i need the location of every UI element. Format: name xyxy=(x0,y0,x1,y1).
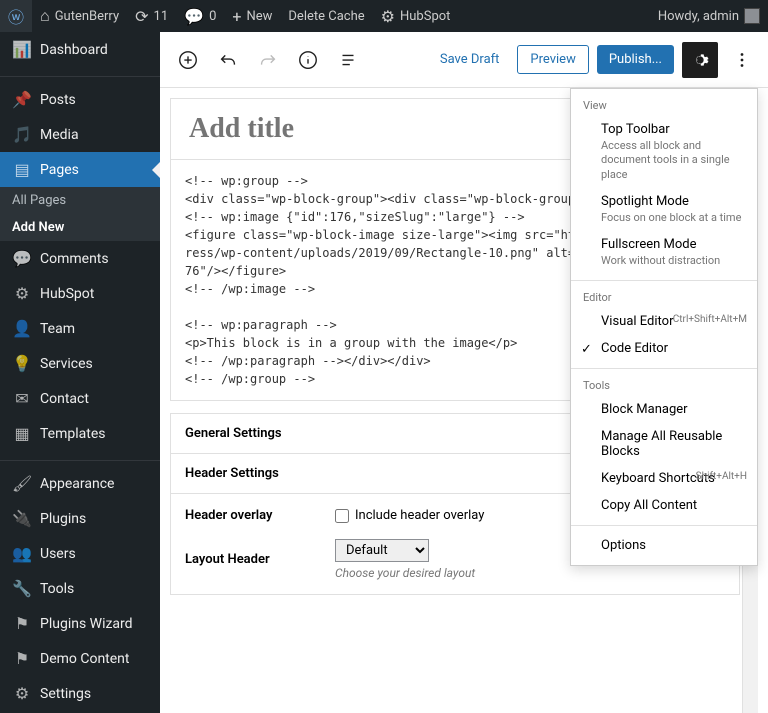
more-menu-dropdown: View Top ToolbarAccess all block and doc… xyxy=(570,88,758,566)
menu-tools[interactable]: 🔧Tools xyxy=(0,571,160,606)
top-toolbar-option[interactable]: Top ToolbarAccess all block and document… xyxy=(571,116,757,188)
check-icon: ✓ xyxy=(581,342,592,357)
hubspot-icon: ⚙ xyxy=(12,284,32,303)
menu-team[interactable]: 👤Team xyxy=(0,311,160,346)
menu-services[interactable]: 💡Services xyxy=(0,346,160,381)
delete-cache[interactable]: Delete Cache xyxy=(280,0,372,32)
demo-icon: ⚑ xyxy=(12,649,32,668)
wp-logo[interactable]: ⓦ xyxy=(0,0,32,32)
flag-icon: ⚑ xyxy=(12,614,32,633)
menu-plugins-wizard[interactable]: ⚑Plugins Wizard xyxy=(0,606,160,641)
bulb-icon: 💡 xyxy=(12,354,32,373)
hubspot-bar[interactable]: ⚙HubSpot xyxy=(373,0,459,32)
code-editor-option[interactable]: ✓Code Editor xyxy=(571,335,757,362)
copy-all-option[interactable]: Copy All Content xyxy=(571,492,757,519)
menu-templates[interactable]: ▦Templates xyxy=(0,416,160,451)
account[interactable]: Howdy, admin xyxy=(650,0,768,32)
layout-hint: Choose your desired layout xyxy=(335,566,725,580)
wrench-icon: 🔧 xyxy=(12,579,32,598)
menu-media[interactable]: 🎵Media xyxy=(0,117,160,152)
site-name[interactable]: ⌂ GutenBerry xyxy=(32,0,127,32)
brush-icon: 🖌 xyxy=(12,474,32,493)
menu-plugins[interactable]: 🔌Plugins xyxy=(0,501,160,536)
admin-sidebar: 📊Dashboard 📌Posts 🎵Media ▤Pages All Page… xyxy=(0,32,160,713)
dashboard-icon: 📊 xyxy=(12,40,32,59)
save-draft-button[interactable]: Save Draft xyxy=(430,46,510,73)
reusable-blocks-option[interactable]: Manage All Reusable Blocks xyxy=(571,423,757,465)
block-manager-option[interactable]: Block Manager xyxy=(571,396,757,423)
admin-bar: ⓦ ⌂ GutenBerry ⟳11 💬0 +New Delete Cache ⚙… xyxy=(0,0,768,32)
editor-toolbar: Save Draft Preview Publish... xyxy=(160,32,768,88)
comment-icon: 💬 xyxy=(184,7,204,26)
plus-icon: + xyxy=(232,7,241,26)
fullscreen-option[interactable]: Fullscreen ModeWork without distraction xyxy=(571,231,757,274)
menu-users[interactable]: 👥Users xyxy=(0,536,160,571)
submenu-add-new[interactable]: Add New xyxy=(0,214,160,241)
spotlight-option[interactable]: Spotlight ModeFocus on one block at a ti… xyxy=(571,188,757,231)
menu-posts[interactable]: 📌Posts xyxy=(0,82,160,117)
updates[interactable]: ⟳11 xyxy=(127,0,176,32)
info-button[interactable] xyxy=(290,42,326,78)
menu-contact[interactable]: ✉Contact xyxy=(0,381,160,416)
options-option[interactable]: Options xyxy=(571,532,757,559)
avatar xyxy=(744,8,760,24)
outline-button[interactable] xyxy=(330,42,366,78)
tools-section-label: Tools xyxy=(571,375,757,396)
home-icon: ⌂ xyxy=(40,6,50,26)
editor-section-label: Editor xyxy=(571,287,757,308)
site-name-text: GutenBerry xyxy=(55,9,119,24)
menu-comments[interactable]: 💬Comments xyxy=(0,241,160,276)
submenu-all-pages[interactable]: All Pages xyxy=(0,187,160,214)
visual-editor-option[interactable]: Visual EditorCtrl+Shift+Alt+M xyxy=(571,308,757,335)
more-menu-button[interactable] xyxy=(726,42,758,78)
pin-icon: 📌 xyxy=(12,90,32,109)
page-icon: ▤ xyxy=(12,160,32,179)
comment-icon: 💬 xyxy=(12,249,32,268)
menu-hubspot[interactable]: ⚙HubSpot xyxy=(0,276,160,311)
hubspot-icon: ⚙ xyxy=(381,7,395,26)
header-overlay-label: Header overlay xyxy=(185,508,335,523)
undo-button[interactable] xyxy=(210,42,246,78)
refresh-icon: ⟳ xyxy=(135,7,148,26)
add-block-button[interactable] xyxy=(170,42,206,78)
template-icon: ▦ xyxy=(12,424,32,443)
users-icon: 👥 xyxy=(12,544,32,563)
menu-appearance[interactable]: 🖌Appearance xyxy=(0,466,160,501)
keyboard-shortcuts-option[interactable]: Keyboard ShortcutsShift+Alt+H xyxy=(571,465,757,492)
menu-pages[interactable]: ▤Pages xyxy=(0,152,160,187)
mail-icon: ✉ xyxy=(12,389,32,408)
menu-settings[interactable]: ⚙Settings xyxy=(0,676,160,711)
layout-header-label: Layout Header xyxy=(185,552,335,567)
redo-button[interactable] xyxy=(250,42,286,78)
new-content[interactable]: +New xyxy=(224,0,280,32)
settings-toggle[interactable] xyxy=(682,42,718,78)
wordpress-icon: ⓦ xyxy=(8,4,24,28)
header-overlay-checkbox[interactable] xyxy=(335,509,349,523)
media-icon: 🎵 xyxy=(12,125,32,144)
layout-header-select[interactable]: Default xyxy=(335,539,429,562)
settings-icon: ⚙ xyxy=(12,684,32,703)
menu-demo-content[interactable]: ⚑Demo Content xyxy=(0,641,160,676)
include-overlay-label: Include header overlay xyxy=(355,508,484,523)
preview-button[interactable]: Preview xyxy=(517,45,588,74)
view-section-label: View xyxy=(571,95,757,116)
menu-dashboard[interactable]: 📊Dashboard xyxy=(0,32,160,67)
publish-button[interactable]: Publish... xyxy=(597,45,674,74)
team-icon: 👤 xyxy=(12,319,32,338)
plugin-icon: 🔌 xyxy=(12,509,32,528)
comments-count[interactable]: 💬0 xyxy=(176,0,224,32)
